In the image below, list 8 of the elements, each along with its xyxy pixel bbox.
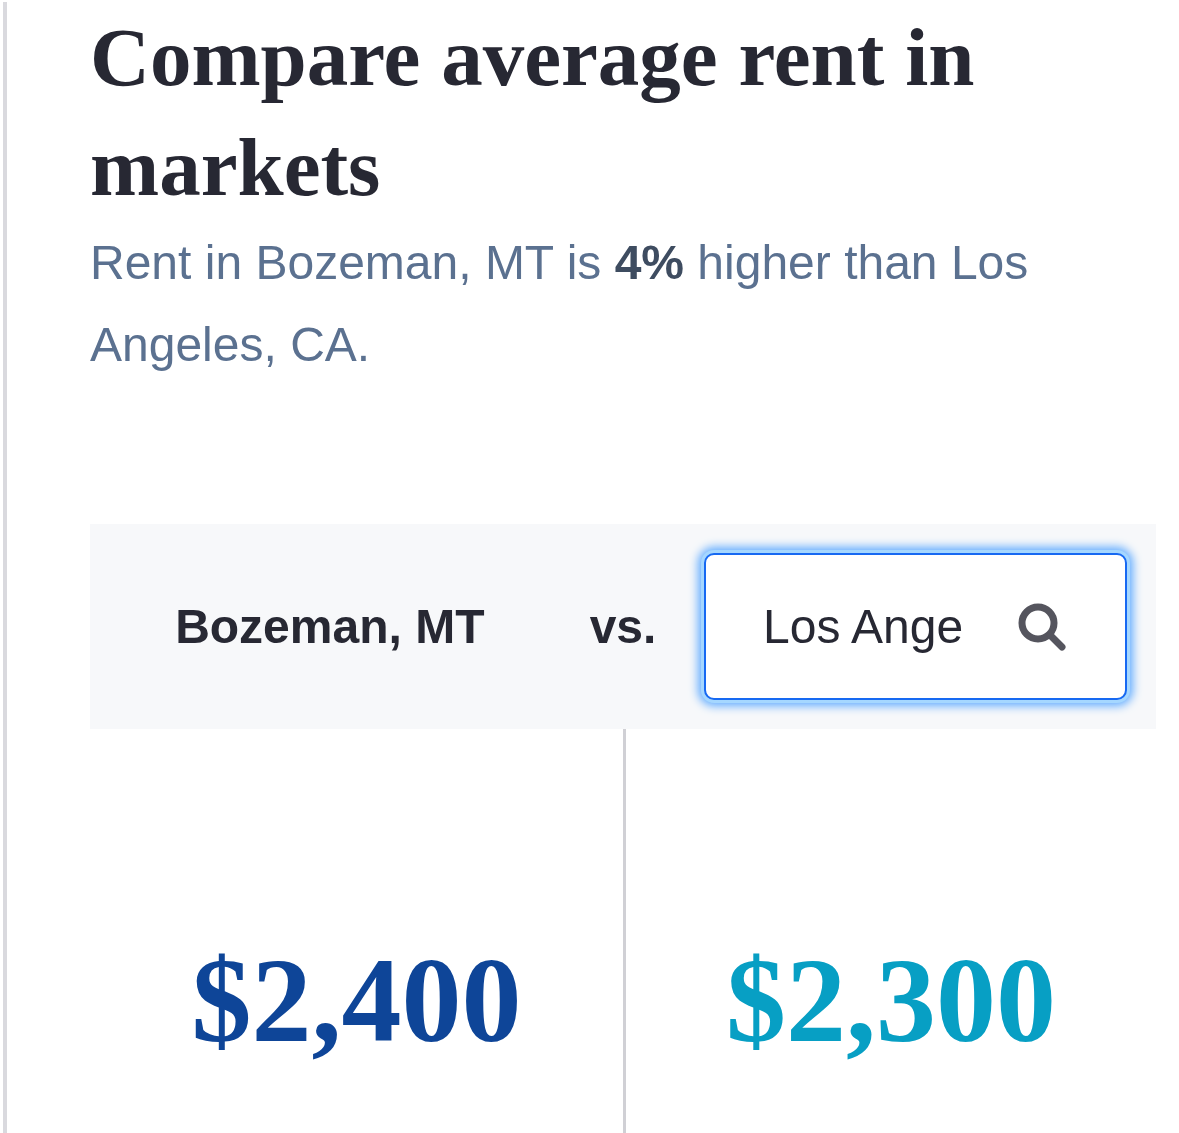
market-label: Bozeman, MT [175, 599, 485, 654]
rent-price: $2,300 [726, 936, 1056, 1066]
page-title: Compare average rent in markets [90, 10, 976, 215]
summary-text: Rent in Bozeman, MT is 4% higher than Los Angeles, CA. [90, 235, 1030, 373]
search-field[interactable]: Los Ange [704, 553, 1127, 700]
vs-label: vs. [589, 599, 657, 654]
rent-price: $2,400 [191, 936, 522, 1066]
search-icon[interactable] [1018, 603, 1066, 651]
